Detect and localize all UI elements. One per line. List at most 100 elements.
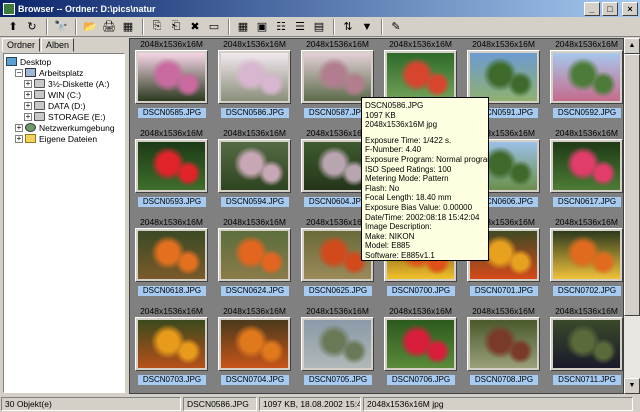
tree-item[interactable]: + Netzwerkumgebung xyxy=(6,122,122,133)
refresh-icon[interactable]: ↻ xyxy=(23,18,41,36)
binoculars-icon[interactable]: 🔭 xyxy=(52,18,70,36)
tree-item[interactable]: + STORAGE (E:) xyxy=(6,111,122,122)
folder-tree: Desktop − Arbeitsplatz +3½-Diskette (A:) + WI… xyxy=(3,53,125,393)
expand-icon[interactable]: + xyxy=(24,90,32,99)
tree-item[interactable]: + Eigene Dateien xyxy=(6,133,122,144)
expand-icon[interactable]: + xyxy=(15,134,23,143)
details-icon[interactable]: ☰ xyxy=(291,18,309,36)
tree-item[interactable]: + DATA (D:) xyxy=(6,100,122,111)
expand-icon[interactable]: + xyxy=(15,123,23,132)
minimize-button[interactable]: _ xyxy=(584,1,600,16)
thumbnail-filename: DSCN0700.JPG xyxy=(387,286,455,296)
tooltip-line: Model: E885 xyxy=(365,241,410,251)
expand-icon[interactable]: + xyxy=(24,112,32,121)
vertical-scrollbar[interactable]: ▲ ▼ xyxy=(624,38,640,394)
thumbnail-image[interactable] xyxy=(304,320,371,368)
maximize-button[interactable]: □ xyxy=(602,1,618,16)
tooltip-line: 2048x1536x16M jpg xyxy=(365,120,438,130)
thumbnail-image[interactable] xyxy=(387,320,454,368)
slideshow-icon[interactable]: ▦ xyxy=(119,18,137,36)
thumbnail-image[interactable] xyxy=(221,320,288,368)
navigation-panel: Ordner Alben Desktop − Arbeitsplatz +3½-Dis… xyxy=(0,38,127,394)
tree-item[interactable]: − Arbeitsplatz xyxy=(6,67,122,78)
thumbnail-frame xyxy=(218,139,291,193)
tooltip-line: Focal Length: 18.40 mm xyxy=(365,193,452,203)
thumbnail-frame xyxy=(301,50,374,104)
window-title: Browser -- Ordner: D:\pics\natur xyxy=(18,3,156,14)
collapse-icon[interactable]: − xyxy=(15,68,23,77)
thumbnail-image[interactable] xyxy=(138,142,205,190)
image-dimensions: 2048x1536x16M xyxy=(223,217,286,227)
image-dimensions: 2048x1536x16M xyxy=(555,217,618,227)
print-icon[interactable]: 🖨 xyxy=(100,18,118,36)
thumbnail-image[interactable] xyxy=(138,231,205,279)
tree-item[interactable]: +3½-Diskette (A:) xyxy=(6,78,122,89)
thumbnail-item[interactable]: 2048x1536x16M DSCN0624.JPG xyxy=(213,217,296,307)
thumbnail-item[interactable]: 2048x1536x16M DSCN0592.JPG xyxy=(545,39,623,129)
grid-icon[interactable]: ▤ xyxy=(310,18,328,36)
thumbnail-frame xyxy=(467,317,540,371)
thumbnail-item[interactable]: 2048x1536x16M DSCN0703.JPG xyxy=(130,306,213,393)
thumbnail-image[interactable] xyxy=(221,142,288,190)
thumbnail-image[interactable] xyxy=(553,320,620,368)
expand-icon[interactable]: + xyxy=(24,101,32,110)
copy-icon[interactable]: ⎘ xyxy=(148,18,166,36)
thumbnail-image[interactable] xyxy=(138,320,205,368)
thumbnail-item[interactable]: 2048x1536x16M DSCN0618.JPG xyxy=(130,217,213,307)
thumbnail-item[interactable]: 2048x1536x16M DSCN0706.JPG xyxy=(379,306,462,393)
toolbar-separator xyxy=(228,18,230,35)
thumbnail-item[interactable]: 2048x1536x16M DSCN0705.JPG xyxy=(296,306,379,393)
tooltip-line: Make: NIKON xyxy=(365,231,415,241)
thumbnail-item[interactable]: 2048x1536x16M DSCN0586.JPG xyxy=(213,39,296,129)
thumbnail-item[interactable]: 2048x1536x16M DSCN0704.JPG xyxy=(213,306,296,393)
move-icon[interactable]: ⎗ xyxy=(167,18,185,36)
thumbnail-image[interactable] xyxy=(221,231,288,279)
filter-icon[interactable]: ▼ xyxy=(358,18,376,36)
status-format: 2048x1536x16M jpg xyxy=(363,397,633,411)
scroll-thumb[interactable] xyxy=(624,54,640,316)
thumbnail-image[interactable] xyxy=(553,142,620,190)
delete-icon[interactable]: ✖ xyxy=(186,18,204,36)
thumbnail-item[interactable]: 2048x1536x16M DSCN0708.JPG xyxy=(462,306,545,393)
thumbnail-item[interactable]: 2048x1536x16M DSCN0594.JPG xyxy=(213,128,296,218)
thumbnail-filename: DSCN0624.JPG xyxy=(221,286,289,296)
tree-item[interactable]: + WIN (C:) xyxy=(6,89,122,100)
scroll-up-button[interactable]: ▲ xyxy=(624,38,640,54)
image-dimensions: 2048x1536x16M xyxy=(472,306,535,316)
scroll-down-button[interactable]: ▼ xyxy=(624,378,640,394)
thumbnail-image[interactable] xyxy=(304,53,371,101)
sort-icon[interactable]: ⇅ xyxy=(339,18,357,36)
thumbnail-frame xyxy=(550,139,623,193)
thumbnails-icon[interactable]: ▦ xyxy=(234,18,252,36)
tab-alben[interactable]: Alben xyxy=(41,38,75,52)
open-folder-icon[interactable]: 📂 xyxy=(81,18,99,36)
thumbnail-image[interactable] xyxy=(470,53,537,101)
tab-ordner[interactable]: Ordner xyxy=(2,38,41,52)
list-icon[interactable]: ☷ xyxy=(272,18,290,36)
tools-icon[interactable]: ✎ xyxy=(387,18,405,36)
image-dimensions: 2048x1536x16M xyxy=(555,39,618,49)
thumbnail-item[interactable]: 2048x1536x16M DSCN0702.JPG xyxy=(545,217,623,307)
rename-icon[interactable]: ▭ xyxy=(205,18,223,36)
folder-icon xyxy=(25,134,36,143)
thumbnail-image[interactable] xyxy=(387,53,454,101)
image-dimensions: 2048x1536x16M xyxy=(223,39,286,49)
thumbnail-image[interactable] xyxy=(470,320,537,368)
close-button[interactable]: × xyxy=(622,1,638,16)
expand-icon[interactable]: + xyxy=(24,79,32,88)
large-icons-icon[interactable]: ▣ xyxy=(253,18,271,36)
thumbnail-frame xyxy=(218,228,291,282)
thumbnail-image[interactable] xyxy=(138,53,205,101)
up-folder-icon[interactable]: ⬆ xyxy=(4,18,22,36)
status-size-date: 1097 KB, 18.08.2002 15:42 xyxy=(259,397,361,411)
thumbnail-item[interactable]: 2048x1536x16M DSCN0593.JPG xyxy=(130,128,213,218)
thumbnail-image[interactable] xyxy=(553,53,620,101)
exif-tooltip: DSCN0586.JPG 1097 KB 2048x1536x16M jpg Expo… xyxy=(361,97,489,261)
thumbnail-item[interactable]: 2048x1536x16M DSCN0617.JPG xyxy=(545,128,623,218)
thumbnail-item[interactable]: 2048x1536x16M DSCN0711.JPG xyxy=(545,306,623,393)
thumbnail-image[interactable] xyxy=(553,231,620,279)
thumbnail-item[interactable]: 2048x1536x16M DSCN0585.JPG xyxy=(130,39,213,129)
floppy-icon xyxy=(34,79,45,88)
tree-item[interactable]: Desktop xyxy=(6,56,122,67)
thumbnail-image[interactable] xyxy=(221,53,288,101)
